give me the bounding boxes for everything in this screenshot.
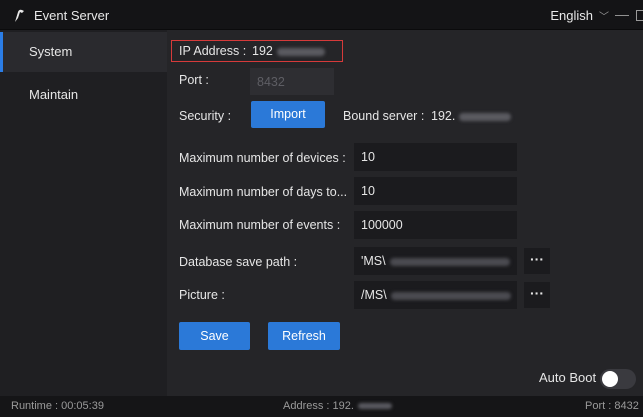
bound-server-value: 192. xyxy=(431,109,512,123)
maximize-icon[interactable] xyxy=(636,10,643,21)
sidebar: System Maintain xyxy=(0,30,167,396)
sidebar-item-label: Maintain xyxy=(29,87,79,102)
port-label: Port : xyxy=(179,73,209,87)
system-settings-panel: IP Address : 192 Port : 8432 Security : … xyxy=(167,30,643,396)
sidebar-item-label: System xyxy=(29,44,73,59)
title-bar: Event Server English ﹀ — xyxy=(0,0,643,30)
max-devices-input[interactable]: 10 xyxy=(354,143,517,171)
database-path-label: Database save path : xyxy=(179,255,298,269)
runtime-status: Runtime : 00:05:39 xyxy=(11,400,104,412)
max-events-label: Maximum number of events : xyxy=(179,218,341,232)
toggle-knob xyxy=(602,371,618,387)
ip-address-label: IP Address : xyxy=(179,44,247,58)
auto-boot-label: Auto Boot xyxy=(539,370,597,385)
import-button[interactable]: Import xyxy=(251,101,325,128)
max-days-label: Maximum number of days to... xyxy=(179,185,348,199)
port-status: Port : 8432 xyxy=(585,400,639,412)
chevron-down-icon: ﹀ xyxy=(599,12,609,23)
max-devices-label: Maximum number of devices : xyxy=(179,151,346,165)
address-status: Address : 192. xyxy=(283,400,392,412)
status-bar: Runtime : 00:05:39 Address : 192. Port :… xyxy=(0,396,643,417)
app-title: Event Server xyxy=(34,8,110,23)
port-input[interactable]: 8432 xyxy=(250,68,334,95)
app-logo-icon xyxy=(15,9,24,22)
sidebar-item-system[interactable]: System xyxy=(0,32,167,72)
language-select[interactable]: English ﹀ xyxy=(550,8,609,23)
picture-label: Picture : xyxy=(179,288,225,302)
auto-boot-toggle[interactable] xyxy=(600,369,636,389)
ip-address-value: 192 xyxy=(252,44,325,58)
picture-path-browse-button[interactable]: ··· xyxy=(524,282,550,308)
refresh-button[interactable]: Refresh xyxy=(268,322,340,350)
sidebar-item-maintain[interactable]: Maintain xyxy=(0,75,167,115)
language-label: English xyxy=(550,8,593,23)
picture-path-input[interactable]: /MS\ xyxy=(354,281,517,309)
security-label: Security : xyxy=(179,109,232,123)
database-path-browse-button[interactable]: ··· xyxy=(524,248,550,274)
max-events-input[interactable]: 100000 xyxy=(354,211,517,239)
minimize-icon[interactable]: — xyxy=(615,6,629,22)
database-path-input[interactable]: 'MS\ xyxy=(354,247,517,275)
max-days-input[interactable]: 10 xyxy=(354,177,517,205)
save-button[interactable]: Save xyxy=(179,322,250,350)
bound-server-label: Bound server : xyxy=(343,109,425,123)
